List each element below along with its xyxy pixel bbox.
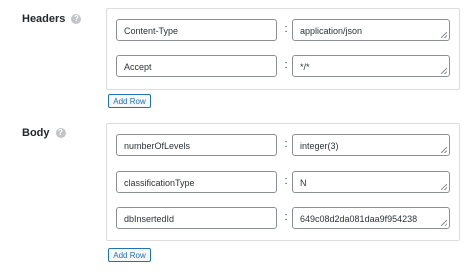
body-value-input[interactable]: integer(3)	[292, 134, 450, 156]
body-key-input[interactable]: classificationType	[116, 171, 277, 193]
body-row: classificationType : N	[116, 171, 450, 195]
key-value-separator: :	[284, 211, 288, 223]
body-value-text: integer(3)	[300, 141, 339, 151]
header-row: Content-Type : application/json	[116, 19, 450, 43]
body-value-input[interactable]: N	[292, 171, 450, 193]
body-label-text: Body	[22, 127, 50, 139]
key-value-separator: :	[284, 175, 288, 187]
resize-grip-icon[interactable]	[441, 220, 447, 226]
header-value-input[interactable]: application/json	[292, 19, 450, 41]
body-key-input[interactable]: numberOfLevels	[116, 134, 277, 156]
body-value-text: 649c08d2da081daa9f954238	[300, 214, 418, 224]
headers-group: Content-Type : application/json Accept :…	[106, 8, 460, 90]
key-value-separator: :	[284, 138, 288, 150]
headers-label: Headers ?	[22, 13, 82, 25]
help-icon[interactable]: ?	[55, 128, 66, 138]
header-value-text: */*	[300, 62, 310, 72]
header-key-input[interactable]: Content-Type	[116, 19, 277, 41]
header-row: Accept : */*	[116, 55, 450, 79]
resize-grip-icon[interactable]	[441, 32, 447, 38]
resize-grip-icon[interactable]	[441, 184, 447, 190]
header-value-input[interactable]: */*	[292, 55, 450, 77]
help-icon[interactable]: ?	[71, 14, 82, 24]
body-key-input[interactable]: dbInsertedId	[116, 207, 277, 229]
body-value-text: N	[300, 178, 307, 188]
resize-grip-icon[interactable]	[441, 147, 447, 153]
body-add-row-button[interactable]: Add Row	[108, 248, 151, 262]
headers-add-row-button[interactable]: Add Row	[108, 94, 151, 108]
header-value-text: application/json	[300, 26, 363, 36]
body-value-input[interactable]: 649c08d2da081daa9f954238	[292, 207, 450, 229]
body-row: numberOfLevels : integer(3)	[116, 134, 450, 158]
body-label: Body ?	[22, 127, 66, 139]
key-value-separator: :	[284, 59, 288, 71]
body-row: dbInsertedId : 649c08d2da081daa9f954238	[116, 207, 450, 231]
header-key-input[interactable]: Accept	[116, 55, 277, 77]
body-group: numberOfLevels : integer(3) classificati…	[106, 123, 460, 241]
key-value-separator: :	[284, 23, 288, 35]
headers-label-text: Headers	[22, 13, 66, 25]
resize-grip-icon[interactable]	[441, 68, 447, 74]
